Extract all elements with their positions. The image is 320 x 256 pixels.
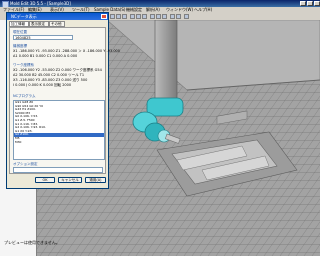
play-icon[interactable] — [170, 14, 175, 19]
app-titlebar: Mold Edit 3D 5.5 - [Sample3D] — [0, 0, 320, 8]
paste-icon[interactable] — [142, 14, 147, 19]
app-title: Mold Edit 3D 5.5 - [Sample3D] — [10, 1, 71, 6]
open-icon[interactable] — [116, 14, 121, 19]
new-icon[interactable] — [110, 14, 115, 19]
work-row-4: I 0.000 J 0.000 K 0.000 回転 2000 — [13, 83, 72, 87]
nc-program-list[interactable]: G91 G28 Z0 G90 G54 G0 X0 Y0 G43 H1 Z100.… — [13, 100, 105, 160]
options-label: オプション設定 — [13, 162, 38, 166]
current-position-label: 現在位置 — [13, 30, 27, 34]
coord-row-1: X1 -186.000 Y1 -93.000 Z1 -288.000 ＞ X -… — [13, 49, 121, 53]
work-row-1: X2 -106.000 Y2 -53.000 Z2 0.000 ワーク座標系 G… — [13, 68, 102, 72]
zoom-icon[interactable] — [150, 14, 155, 19]
program-line[interactable]: M30 — [14, 140, 104, 145]
dialog-close-icon[interactable] — [101, 14, 107, 19]
copy-icon[interactable] — [136, 14, 141, 19]
current-position-field[interactable]: 1604825 — [13, 35, 73, 40]
preview-unavailable-text: プレビューは使用できません。 — [4, 240, 60, 245]
work-row-3: X3 -116.000 Y3 -83.000 Z3 0.000 送り 500 — [13, 78, 88, 82]
cancel-button[interactable]: キャンセル — [58, 177, 82, 183]
work-row-2: A2 30.000 B2 45.000 C2 0.000 ツール T1 — [13, 73, 85, 77]
maximize-button[interactable] — [307, 1, 313, 6]
close-button[interactable] — [314, 1, 320, 6]
cut-icon[interactable] — [130, 14, 135, 19]
spindle-column — [154, 20, 178, 101]
dialog-panel: 現在位置 1604825 機械座標 X1 -186.000 Y1 -93.000… — [9, 27, 120, 174]
nc-program-label: NCプログラム — [13, 94, 36, 98]
minimize-button[interactable] — [300, 1, 306, 6]
ok-button[interactable]: OK — [35, 177, 55, 183]
options-field[interactable] — [13, 167, 103, 173]
dialog-title: NCデータ表示 — [11, 14, 37, 19]
coord-row-2: A1 0.000 B1 0.000 C1 0.000 A 0.000 — [13, 54, 78, 58]
stop-icon[interactable] — [176, 14, 181, 19]
machine-coord-label: 機械座標 — [13, 44, 27, 48]
dialog-titlebar: NCデータ表示 — [7, 13, 108, 20]
pan-icon[interactable] — [162, 14, 167, 19]
save-icon[interactable] — [122, 14, 127, 19]
work-coord-label: ワーク座標系 — [13, 63, 34, 67]
rotate-icon[interactable] — [156, 14, 161, 19]
nc-info-dialog: NCデータ表示 加工情報 表示設定 その他 現在位置 1604825 機械座標 … — [6, 12, 120, 189]
settings-icon[interactable] — [184, 14, 189, 19]
apply-button[interactable]: 適用(A) — [85, 177, 106, 183]
